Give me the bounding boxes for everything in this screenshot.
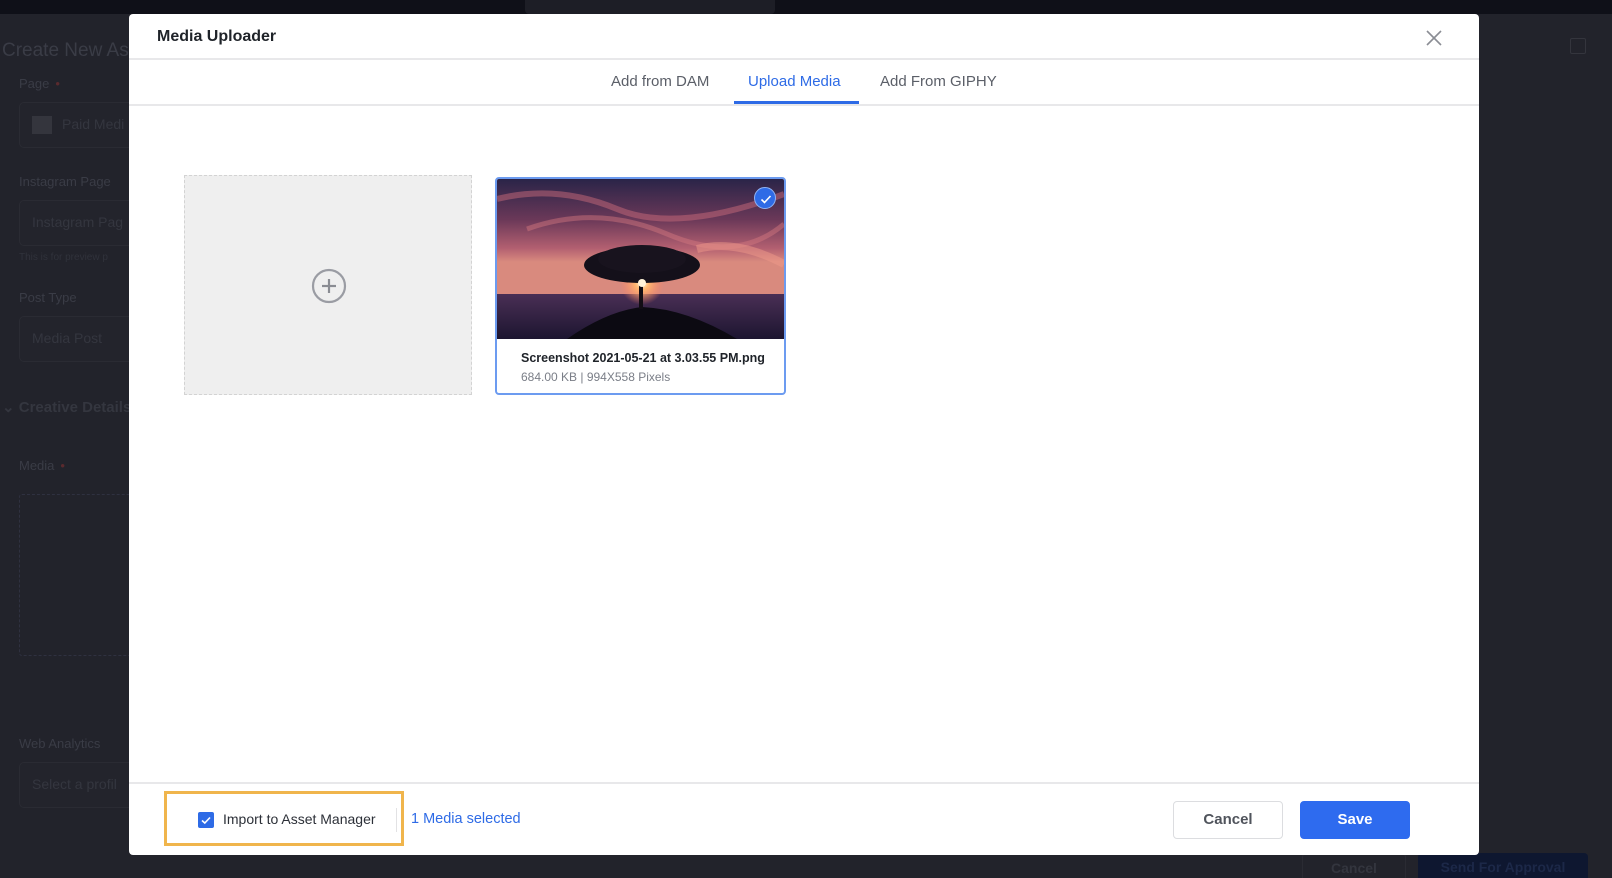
media-item-card[interactable]: Screenshot 2021-05-21 at 3.03.55 PM.png … bbox=[495, 177, 786, 395]
upload-dropzone[interactable] bbox=[184, 175, 472, 395]
media-source-tabs: Add from DAM Upload Media Add From GIPHY bbox=[129, 60, 1479, 106]
background-label-post-type: Post Type bbox=[19, 290, 77, 305]
background-label-page: Page • bbox=[19, 76, 60, 91]
media-file-meta: 684.00 KB | 994X558 Pixels bbox=[521, 370, 671, 384]
sunset-tree-image bbox=[497, 179, 784, 339]
cancel-button[interactable]: Cancel bbox=[1173, 801, 1283, 839]
list-icon bbox=[1570, 38, 1586, 54]
footer-divider bbox=[396, 808, 397, 832]
tab-add-from-giphy[interactable]: Add From GIPHY bbox=[880, 73, 997, 90]
media-uploader-modal: Media Uploader Add from DAM Upload Media… bbox=[129, 14, 1479, 855]
import-to-asset-manager-label[interactable]: Import to Asset Manager bbox=[223, 811, 376, 827]
checkmark-icon bbox=[201, 816, 211, 825]
active-tab-indicator bbox=[734, 101, 859, 104]
background-tab bbox=[525, 0, 775, 14]
modal-header: Media Uploader bbox=[129, 14, 1479, 60]
modal-title: Media Uploader bbox=[157, 28, 277, 45]
background-cancel-button: Cancel bbox=[1302, 853, 1406, 878]
media-file-name: Screenshot 2021-05-21 at 3.03.55 PM.png bbox=[521, 351, 765, 365]
media-selected-count-link[interactable]: 1 Media selected bbox=[411, 811, 521, 827]
save-button[interactable]: Save bbox=[1300, 801, 1410, 839]
page-thumbnail-icon bbox=[32, 116, 52, 135]
tab-upload-media[interactable]: Upload Media bbox=[748, 73, 841, 90]
import-to-asset-manager-checkbox[interactable] bbox=[198, 812, 214, 828]
chevron-down-icon: ⌄ bbox=[2, 399, 15, 416]
close-button[interactable] bbox=[1424, 28, 1444, 48]
tab-add-from-dam[interactable]: Add from DAM bbox=[611, 73, 709, 90]
background-label-web-analytics: Web Analytics bbox=[19, 736, 101, 751]
background-section-creative-details: ⌄ Creative Details bbox=[2, 399, 132, 416]
background-instagram-hint: This is for preview p bbox=[19, 252, 108, 263]
modal-footer: Import to Asset Manager 1 Media selected… bbox=[129, 782, 1479, 855]
checkmark-icon bbox=[760, 195, 772, 204]
background-label-media: Media • bbox=[19, 458, 65, 473]
background-label-instagram-page: Instagram Page bbox=[19, 174, 111, 189]
background-page-title: Create New Ass bbox=[2, 40, 139, 61]
plus-circle-icon bbox=[311, 268, 347, 304]
media-thumbnail bbox=[497, 179, 784, 339]
selected-check-badge[interactable] bbox=[754, 187, 776, 209]
close-icon bbox=[1426, 30, 1442, 46]
background-send-for-approval-button: Send For Approval bbox=[1418, 853, 1588, 878]
browser-top-bar bbox=[0, 0, 1612, 14]
